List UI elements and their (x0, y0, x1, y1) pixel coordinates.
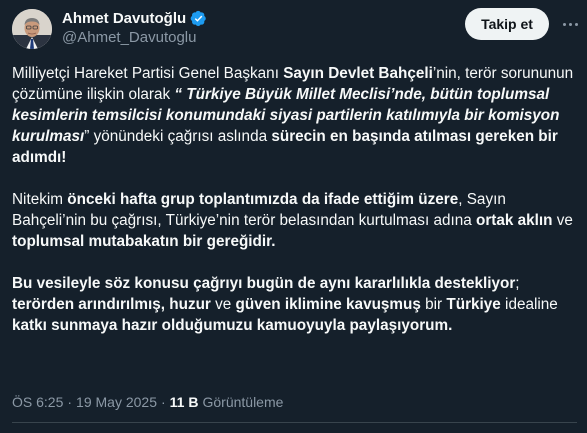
tweet: Ahmet Davutoğlu @Ahmet_Davutoglu Takip e… (0, 0, 587, 433)
text-run: ; (515, 275, 520, 292)
bold-text-run: önceki hafta grup toplantımızda da ifade… (67, 191, 459, 208)
follow-button[interactable]: Takip et (465, 8, 549, 40)
tweet-paragraph-1: Milliyetçi Hareket Partisi Genel Başkanı… (12, 63, 577, 168)
views-label: Görüntüleme (202, 394, 284, 410)
verified-badge-icon (190, 10, 206, 27)
text-run: ve (210, 296, 236, 313)
bold-text-run: ortak aklın (475, 212, 553, 229)
tweet-paragraph-2: Nitekim önceki hafta grup toplantımızda … (12, 189, 577, 252)
bold-text-run: katkı sunmaya hazır olduğumuzu kamuoyuyl… (12, 317, 453, 334)
meta-separator: · (67, 394, 73, 410)
bold-text-run: Bu vesileyle söz konusu çağrıyı bugün de… (12, 275, 516, 292)
text-run: bir (420, 296, 447, 313)
divider (12, 422, 577, 423)
bold-text-run: terörden arındırılmış, huzur (12, 296, 211, 313)
bold-text-run: Sayın Devlet Bahçeli (283, 65, 433, 82)
text-run: Nitekim (12, 191, 68, 208)
avatar[interactable] (12, 9, 52, 49)
text-run: idealine (500, 296, 558, 313)
bold-text-run: güven iklimine kavuşmuş (235, 296, 421, 313)
bold-text-run: Türkiye (446, 296, 501, 313)
bold-text-run: toplumsal mutabakatın bir gereğidir. (12, 233, 276, 250)
author-display-name[interactable]: Ahmet Davutoğlu (62, 10, 186, 27)
profile-photo (12, 9, 52, 49)
text-run: ” yönündeki çağrısı aslında (84, 128, 272, 145)
text-run: Milliyetçi Hareket Partisi Genel Başkanı (12, 65, 284, 82)
more-options-icon[interactable] (559, 13, 581, 35)
tweet-text: Milliyetçi Hareket Partisi Genel Başkanı… (12, 63, 577, 357)
meta-separator: · (161, 394, 166, 410)
views-count: 11 B (169, 394, 199, 410)
text-run: ve (552, 212, 573, 229)
tweet-date[interactable]: 19 May 2025 (76, 394, 157, 410)
tweet-meta: ÖS 6:25 · 19 May 2025 · 11 B Görüntüleme (12, 394, 283, 410)
author-info: Ahmet Davutoğlu @Ahmet_Davutoglu (62, 9, 207, 46)
author-handle[interactable]: @Ahmet_Davutoglu (62, 29, 207, 46)
tweet-time[interactable]: ÖS 6:25 (12, 394, 63, 410)
tweet-paragraph-3: Bu vesileyle söz konusu çağrıyı bugün de… (12, 273, 577, 336)
